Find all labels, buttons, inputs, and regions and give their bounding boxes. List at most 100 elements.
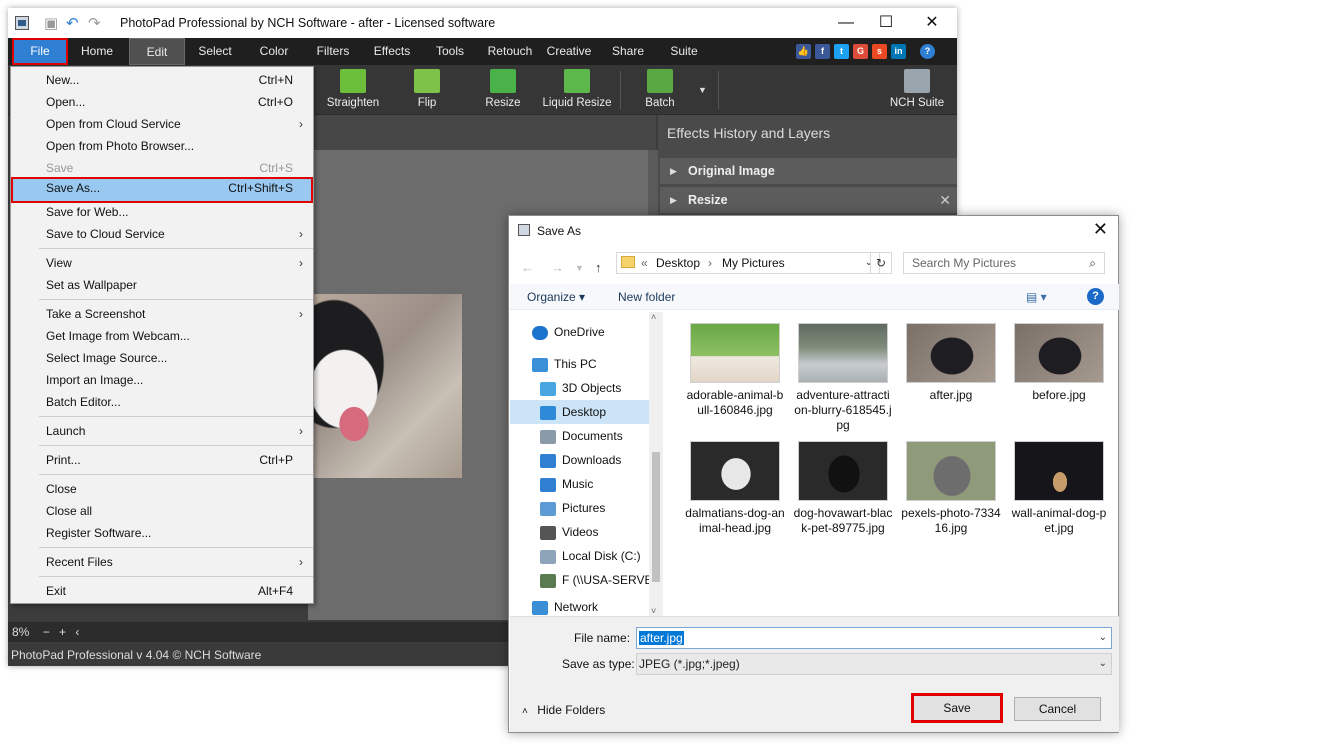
undo-icon[interactable]: ↶ — [66, 14, 79, 32]
cancel-button[interactable]: Cancel — [1014, 697, 1101, 721]
nav-item-downloads[interactable]: Downloads — [540, 448, 621, 472]
google-plus-icon[interactable]: G — [853, 44, 868, 59]
menu-item-launch[interactable]: Launch › — [11, 420, 313, 442]
menu-item-close-all[interactable]: Close all — [11, 500, 313, 522]
menu-item-open-cloud[interactable]: Open from Cloud Service › — [11, 113, 313, 135]
menu-item-save-to-cloud[interactable]: Save to Cloud Service › — [11, 223, 313, 245]
breadcrumb-desktop[interactable]: Desktop — [656, 253, 700, 273]
nav-item-local-disk[interactable]: Local Disk (C:) — [540, 544, 641, 568]
batch-dropdown-icon[interactable]: ▼ — [698, 85, 707, 95]
file-item[interactable]: adorable-animal-bull-160846.jpg — [685, 323, 785, 418]
nav-item-pictures[interactable]: Pictures — [540, 496, 605, 520]
help-icon[interactable]: ? — [1087, 288, 1104, 305]
nch-suite-button[interactable]: NCH Suite — [884, 69, 950, 109]
menu-item-close[interactable]: Close — [11, 478, 313, 500]
forward-arrow-icon[interactable]: → — [551, 260, 564, 275]
zoom-out-icon[interactable]: − — [43, 625, 50, 639]
scroll-up-icon[interactable]: ˄ — [651, 312, 656, 322]
history-item-original[interactable]: ▶ Original Image — [660, 158, 957, 184]
nav-item-documents[interactable]: Documents — [540, 424, 623, 448]
menu-retouch[interactable]: Retouch — [482, 38, 538, 65]
maximize-button[interactable]: ☐ — [864, 10, 908, 36]
straighten-button[interactable]: Straighten — [323, 69, 383, 109]
zoom-in-icon[interactable]: + — [59, 625, 66, 639]
nav-item-network-drive[interactable]: F (\\USA-SERVEF — [540, 568, 650, 592]
nav-item-desktop[interactable]: Desktop — [510, 400, 649, 424]
refresh-button[interactable]: ↻ — [870, 252, 892, 274]
history-item-resize[interactable]: ▶ Resize ✕ — [660, 187, 957, 213]
hide-folders-button[interactable]: ˄ Hide Folders — [522, 703, 605, 717]
file-name-dropdown-icon[interactable]: ⌄ — [1099, 628, 1107, 648]
nav-item-3d-objects[interactable]: 3D Objects — [540, 376, 621, 400]
menu-edit[interactable]: Edit — [129, 38, 185, 65]
resize-button[interactable]: Resize — [480, 69, 526, 109]
breadcrumb-overflow[interactable]: « — [641, 253, 648, 273]
file-item[interactable]: before.jpg — [1009, 323, 1109, 403]
menu-item-open[interactable]: Open... Ctrl+O — [11, 91, 313, 113]
save-button[interactable]: Save — [911, 693, 1003, 723]
nav-item-this-pc[interactable]: This PC — [532, 352, 597, 376]
file-name-input[interactable]: after.jpg ⌄ — [636, 627, 1112, 649]
file-item[interactable]: dalmatians-dog-animal-head.jpg — [685, 441, 785, 536]
help-icon[interactable]: ? — [920, 44, 935, 59]
breadcrumb-separator[interactable]: › — [708, 253, 712, 273]
menu-tools[interactable]: Tools — [428, 38, 472, 65]
liquid-resize-button[interactable]: Liquid Resize — [542, 69, 612, 109]
menu-item-import[interactable]: Import an Image... — [11, 369, 313, 391]
menu-file[interactable]: File — [12, 38, 68, 65]
menu-item-view[interactable]: View › — [11, 252, 313, 274]
close-button[interactable]: ✕ — [910, 10, 954, 36]
nav-item-videos[interactable]: Videos — [540, 520, 598, 544]
new-folder-button[interactable]: New folder — [618, 290, 675, 304]
file-item[interactable]: adventure-attraction-blurry-618545.jpg — [793, 323, 893, 433]
twitter-icon[interactable]: t — [834, 44, 849, 59]
navigation-scrollbar[interactable]: ˄ ˅ — [649, 312, 663, 616]
flip-button[interactable]: Flip — [406, 69, 448, 109]
file-item[interactable]: dog-hovawart-black-pet-89775.jpg — [793, 441, 893, 536]
menu-item-exit[interactable]: Exit Alt+F4 — [11, 580, 313, 602]
like-icon[interactable]: 👍 — [796, 44, 811, 59]
menu-item-new[interactable]: New... Ctrl+N — [11, 69, 313, 91]
menu-item-save-as[interactable]: Save As... Ctrl+Shift+S — [11, 177, 313, 203]
save-quick-icon[interactable]: ▣ — [44, 14, 58, 32]
menu-item-batch-editor[interactable]: Batch Editor... — [11, 391, 313, 413]
menu-item-set-wallpaper[interactable]: Set as Wallpaper — [11, 274, 313, 296]
dialog-close-button[interactable]: ✕ — [1093, 219, 1108, 240]
nav-item-onedrive[interactable]: OneDrive — [532, 320, 605, 344]
address-bar[interactable]: « Desktop › My Pictures ⌄ — [616, 252, 880, 274]
menu-item-open-photo-browser[interactable]: Open from Photo Browser... — [11, 135, 313, 157]
stumbleupon-icon[interactable]: s — [872, 44, 887, 59]
up-arrow-icon[interactable]: ↑ — [595, 260, 602, 275]
linkedin-icon[interactable]: in — [891, 44, 906, 59]
menu-item-print[interactable]: Print... Ctrl+P — [11, 449, 313, 471]
menu-home[interactable]: Home — [72, 38, 122, 65]
save-type-dropdown-icon[interactable]: ⌄ — [1099, 654, 1107, 674]
nav-item-music[interactable]: Music — [540, 472, 593, 496]
view-options-icon[interactable]: ▤ ▾ — [1026, 290, 1047, 304]
menu-filters[interactable]: Filters — [308, 38, 358, 65]
recent-locations-icon[interactable]: ▼ — [575, 263, 584, 273]
save-type-select[interactable]: JPEG (*.jpg;*.jpeg) ⌄ — [636, 653, 1112, 675]
scrollbar-thumb[interactable] — [652, 452, 660, 582]
remove-effect-icon[interactable]: ✕ — [939, 187, 951, 213]
search-input[interactable]: Search My Pictures ⌕ — [903, 252, 1105, 274]
menu-select[interactable]: Select — [191, 38, 239, 65]
redo-icon[interactable]: ↷ — [88, 14, 101, 32]
file-item[interactable]: wall-animal-dog-pet.jpg — [1009, 441, 1109, 536]
menu-item-image-source[interactable]: Select Image Source... — [11, 347, 313, 369]
minimize-button[interactable]: — — [824, 10, 868, 36]
file-item[interactable]: after.jpg — [901, 323, 1001, 403]
file-item[interactable]: pexels-photo-733416.jpg — [901, 441, 1001, 536]
organize-button[interactable]: Organize ▾ — [527, 290, 585, 304]
batch-button[interactable]: Batch — [640, 69, 680, 109]
scroll-left-icon[interactable]: ‹ — [75, 625, 79, 639]
facebook-icon[interactable]: f — [815, 44, 830, 59]
scroll-down-icon[interactable]: ˅ — [651, 606, 656, 616]
menu-item-webcam[interactable]: Get Image from Webcam... — [11, 325, 313, 347]
breadcrumb-my-pictures[interactable]: My Pictures — [722, 253, 785, 273]
menu-item-screenshot[interactable]: Take a Screenshot › — [11, 303, 313, 325]
menu-creative[interactable]: Creative — [542, 38, 596, 65]
menu-effects[interactable]: Effects — [367, 38, 417, 65]
menu-item-register[interactable]: Register Software... — [11, 522, 313, 544]
menu-item-recent-files[interactable]: Recent Files › — [11, 551, 313, 573]
